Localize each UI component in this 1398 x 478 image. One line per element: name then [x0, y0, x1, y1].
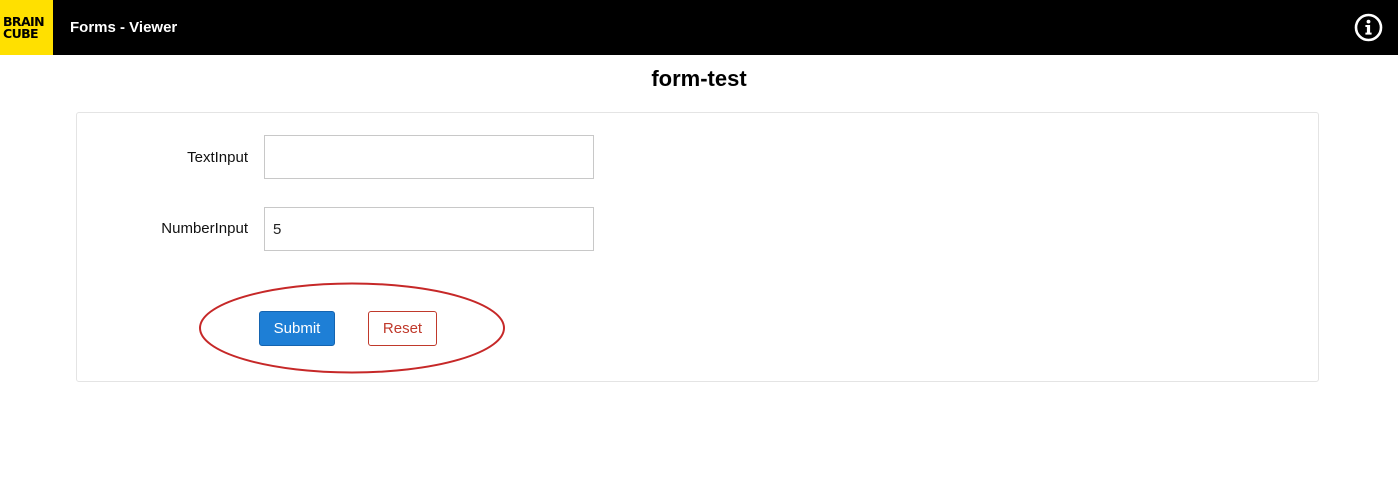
reset-button[interactable]: Reset — [368, 311, 437, 346]
number-input-field[interactable] — [264, 207, 594, 251]
info-circle-icon — [1354, 13, 1383, 42]
submit-button[interactable]: Submit — [259, 311, 335, 346]
logo-line-2: CUBE — [3, 25, 39, 41]
top-bar: BRAIN CUBE Forms - Viewer — [0, 0, 1398, 55]
number-input-label: NumberInput — [161, 220, 248, 237]
info-button[interactable] — [1354, 13, 1383, 42]
text-input-label: TextInput — [187, 149, 248, 166]
text-input-field[interactable] — [264, 135, 594, 179]
app-title: Forms - Viewer — [70, 19, 178, 36]
page-title: form-test — [651, 66, 747, 91]
braincube-logo[interactable]: BRAIN CUBE — [0, 0, 53, 55]
